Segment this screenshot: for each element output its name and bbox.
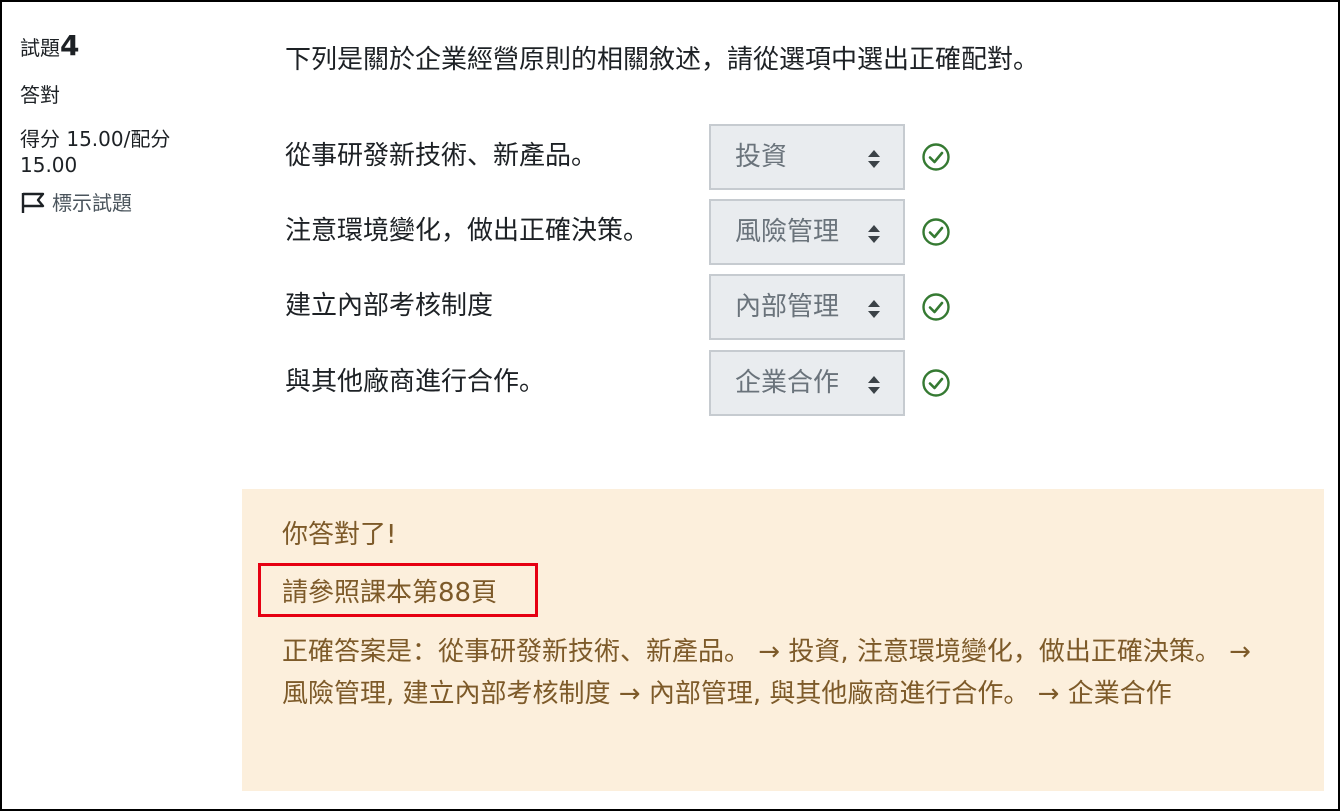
question-info: 試題4 答對 得分 15.00/配分 15.00 標示試題 <box>20 28 220 216</box>
check-circle-icon <box>922 143 950 171</box>
match-stem: 與其他廠商進行合作。 <box>285 367 546 397</box>
question-number: 試題4 <box>20 28 220 64</box>
match-select-value: 企業合作 <box>735 368 840 398</box>
match-row: 與其他廠商進行合作。 企業合作 <box>285 350 985 420</box>
question-grade: 得分 15.00/配分 15.00 <box>20 127 171 177</box>
feedback-hint: 請參照課本第88頁 <box>282 578 498 608</box>
match-select[interactable]: 企業合作 <box>709 350 905 416</box>
check-circle-icon <box>922 293 950 321</box>
match-select[interactable]: 內部管理 <box>709 274 905 340</box>
question-state: 答對 <box>20 83 60 107</box>
match-select-value: 投資 <box>735 142 788 172</box>
sort-arrows-icon <box>868 150 880 168</box>
flag-icon <box>21 192 45 213</box>
match-select-value: 內部管理 <box>735 292 840 322</box>
match-stem: 注意環境變化，做出正確決策。 <box>285 216 650 246</box>
match-row: 從事研發新技術、新產品。 投資 <box>285 124 985 194</box>
sort-arrows-icon <box>868 376 880 394</box>
feedback-right-answer: 正確答案是：從事研發新技術、新產品。 → 投資, 注意環境變化，做出正確決策。 … <box>282 637 1251 709</box>
match-row: 注意環境變化，做出正確決策。 風險管理 <box>285 199 985 269</box>
match-select-value: 風險管理 <box>735 217 840 247</box>
question-prompt: 下列是關於企業經營原則的相關敘述，請從選項中選出正確配對。 <box>285 45 1040 75</box>
flag-question-link[interactable]: 標示試題 <box>20 190 220 216</box>
match-row: 建立內部考核制度 內部管理 <box>285 274 985 344</box>
check-circle-icon <box>922 218 950 246</box>
sort-arrows-icon <box>868 225 880 243</box>
flag-question-label: 標示試題 <box>52 191 132 215</box>
match-select[interactable]: 風險管理 <box>709 199 905 265</box>
match-stem: 建立內部考核制度 <box>285 291 494 321</box>
check-circle-icon <box>922 369 950 397</box>
sort-arrows-icon <box>868 300 880 318</box>
question-card: 試題4 答對 得分 15.00/配分 15.00 標示試題 下列是關於企業經營原… <box>0 0 1340 811</box>
question-number-label: 試題 <box>20 36 60 60</box>
match-select[interactable]: 投資 <box>709 124 905 190</box>
question-number-value: 4 <box>60 29 80 62</box>
match-stem: 從事研發新技術、新產品。 <box>285 141 598 171</box>
feedback-result: 你答對了! <box>282 520 397 550</box>
feedback-panel: 你答對了! 請參照課本第88頁 正確答案是：從事研發新技術、新產品。 → 投資,… <box>242 489 1324 791</box>
